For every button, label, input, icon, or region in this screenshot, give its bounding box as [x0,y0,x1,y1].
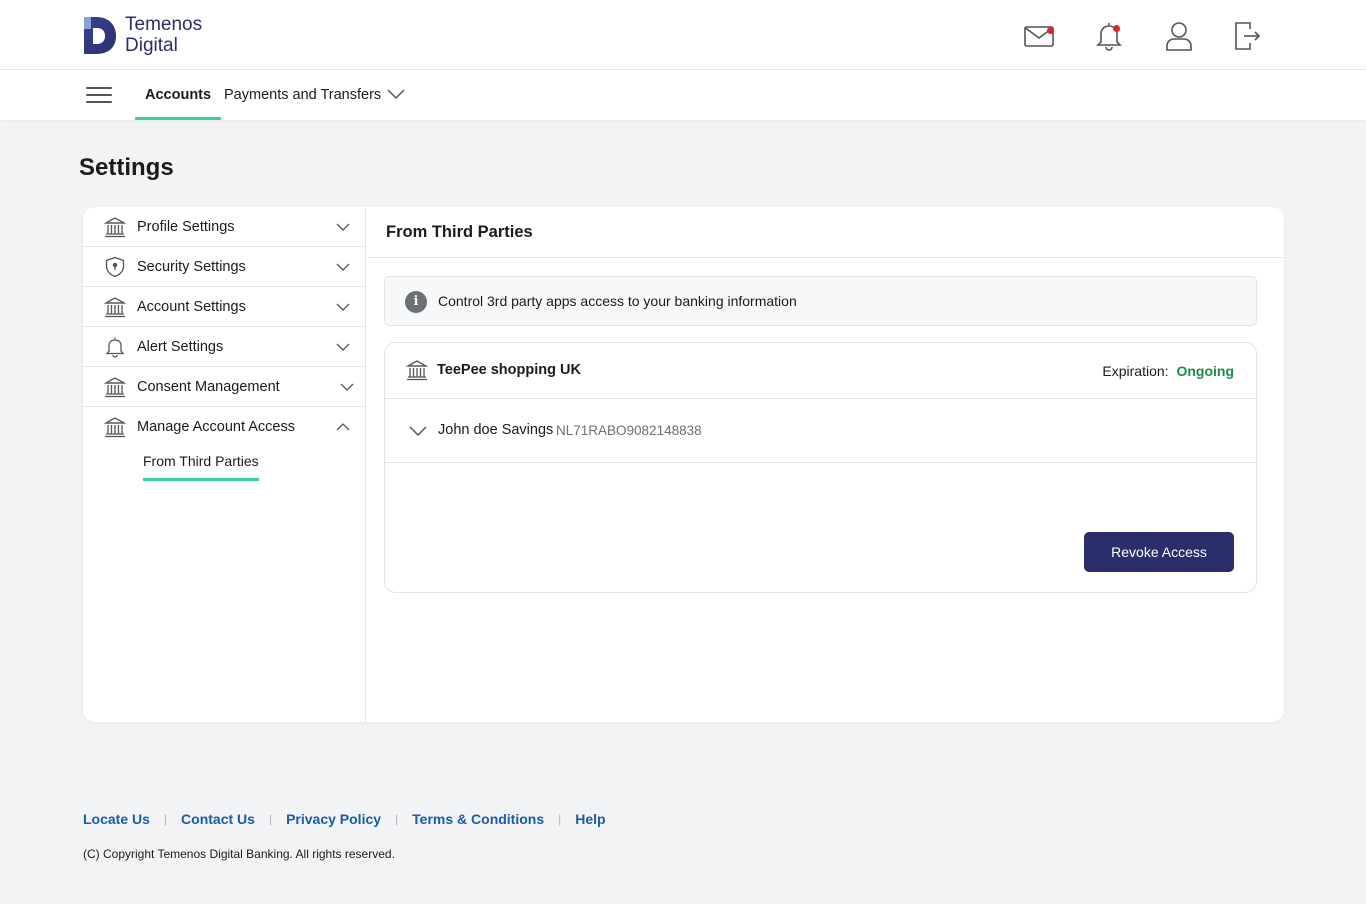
sidebar-item-label: Security Settings [137,259,246,275]
brand-name-line1: Temenos [125,14,203,35]
mail-notification-dot [1047,27,1054,34]
shield-icon [104,256,126,278]
bank-icon [103,416,127,438]
bank-icon [103,376,127,398]
logout-button[interactable] [1231,20,1263,52]
page-title: Settings [79,154,174,181]
menu-icon[interactable] [86,87,112,103]
bell-icon [104,336,126,358]
footer-link-terms-conditions[interactable]: Terms & Conditions [412,811,544,827]
revoke-access-button[interactable]: Revoke Access [1084,532,1234,572]
account-iban: NL71RABO9082148838 [556,423,702,438]
bank-icon [103,216,127,238]
footer-separator: | [558,812,562,826]
footer-separator: | [163,812,168,826]
mail-icon [1024,26,1054,47]
third-party-name: TeePee shopping UK [437,362,581,378]
copyright-text: (C) Copyright Temenos Digital Banking. A… [83,847,395,861]
account-name: John doe Savings [438,422,554,438]
chevron-down-icon[interactable] [408,421,428,441]
footer-separator: | [395,812,399,826]
info-text: Control 3rd party apps access to your ba… [438,293,797,309]
third-party-header: TeePee shopping UK Expiration: Ongoing [385,343,1256,399]
sidebar-item-label: Alert Settings [137,339,224,355]
tab-accounts[interactable]: Accounts [134,70,222,120]
messages-button[interactable] [1023,20,1055,52]
chevron-down-icon [340,383,354,391]
sidebar-item-label: Profile Settings [137,219,235,235]
info-banner: i Control 3rd party apps access to your … [384,276,1257,326]
main-nav: Accounts Payments and Transfers [0,70,1366,120]
settings-card: Profile Settings Security Settings Accou… [83,207,1284,722]
app-header: Temenos Digital [0,0,1366,70]
brand-logo[interactable]: Temenos Digital [82,14,202,56]
footer-links: Locate Us | Contact Us | Privacy Policy … [83,811,606,827]
divider [367,257,1284,258]
sidebar-item-consent-management[interactable]: Consent Management [83,367,366,407]
bank-icon [103,296,127,318]
sidebar-item-account-settings[interactable]: Account Settings [83,287,366,327]
third-party-card: TeePee shopping UK Expiration: Ongoing J… [384,342,1257,593]
sidebar-item-manage-account-access[interactable]: Manage Account Access [83,407,366,447]
logo-mark-icon [84,17,116,54]
expiration-label: Expiration: [1102,363,1169,379]
brand-name-line2: Digital [125,35,178,56]
profile-button[interactable] [1163,20,1195,52]
settings-sidebar: Profile Settings Security Settings Accou… [83,207,366,722]
chevron-down-icon[interactable] [386,84,406,104]
main-content: From Third Parties i Control 3rd party a… [367,207,1284,722]
sidebar-item-label: Manage Account Access [137,419,295,435]
bell-icon [1096,23,1122,51]
expiration-status: Ongoing [1176,363,1234,379]
sidebar-item-label: Account Settings [137,299,246,315]
sidebar-subitem-from-third-parties[interactable]: From Third Parties [143,453,259,481]
footer-separator: | [268,812,273,826]
sidebar-item-security-settings[interactable]: Security Settings [83,247,366,287]
chevron-down-icon [336,263,350,271]
bell-notification-dot [1113,25,1120,32]
brand-name: Temenos Digital [125,14,202,56]
logout-icon [1235,22,1261,50]
footer-link-contact-us[interactable]: Contact Us [181,811,255,827]
sidebar-item-alert-settings[interactable]: Alert Settings [83,327,366,367]
chevron-down-icon [336,223,350,231]
section-title: From Third Parties [386,223,533,241]
footer-link-help[interactable]: Help [575,811,605,827]
linked-account-row[interactable]: John doe Savings NL71RABO9082148838 [385,399,1256,463]
chevron-up-icon [336,423,350,431]
footer-link-locate-us[interactable]: Locate Us [83,811,150,827]
sidebar-item-profile-settings[interactable]: Profile Settings [83,207,366,247]
chevron-down-icon [336,343,350,351]
user-icon [1166,22,1192,51]
notifications-button[interactable] [1093,20,1125,52]
sidebar-item-label: Consent Management [137,379,280,395]
tab-payments-and-transfers[interactable]: Payments and Transfers [224,70,381,120]
bank-icon [406,360,428,381]
info-icon: i [405,291,427,313]
footer-link-privacy-policy[interactable]: Privacy Policy [286,811,381,827]
expiration-info: Expiration: Ongoing [1102,343,1234,399]
chevron-down-icon [336,303,350,311]
